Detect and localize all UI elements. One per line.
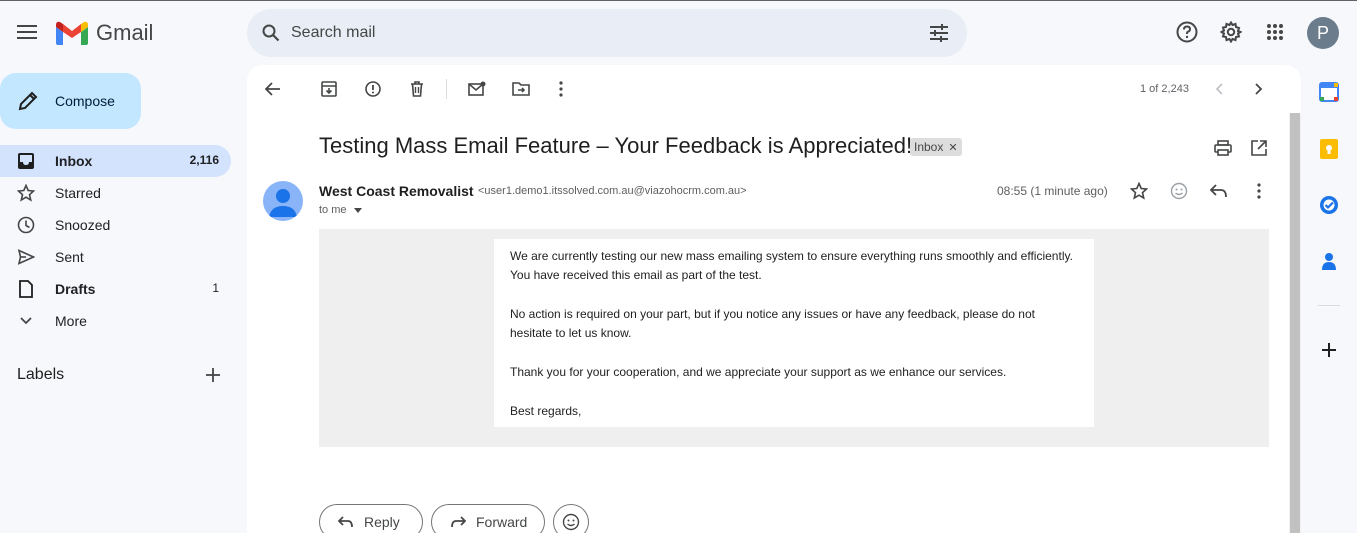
sidebar-item-starred[interactable]: Starred <box>0 177 231 209</box>
sidebar-item-inbox[interactable]: Inbox 2,116 <box>0 145 231 177</box>
sender-avatar[interactable] <box>263 181 303 221</box>
draft-icon <box>16 279 36 299</box>
draft-count: 1 <box>212 281 219 295</box>
search-icon[interactable] <box>259 21 283 45</box>
body-paragraph: Thank you for your cooperation, and we a… <box>510 365 1007 379</box>
get-addons-plus-icon[interactable] <box>1318 339 1340 361</box>
email-subject: Testing Mass Email Feature – Your Feedba… <box>319 133 913 158</box>
compose-button[interactable]: Compose <box>0 73 141 129</box>
sidebar-item-label: Inbox <box>55 153 93 169</box>
help-icon[interactable] <box>1174 19 1200 45</box>
clock-icon <box>16 215 36 235</box>
body-paragraph: Best regards, <box>510 404 582 418</box>
mark-unread-icon[interactable] <box>466 78 488 100</box>
hamburger-icon <box>17 25 37 39</box>
star-icon <box>16 183 36 203</box>
inbox-label-chip[interactable]: Inbox ✕ <box>910 138 962 156</box>
settings-gear-icon[interactable] <box>1218 19 1244 45</box>
tasks-icon[interactable] <box>1318 194 1340 216</box>
unread-count: 2,116 <box>189 153 219 167</box>
gmail-m-icon <box>56 21 88 45</box>
reply-label: Reply <box>364 514 400 530</box>
sender-email: <user1.demo1.itssolved.com.au@viazohocrm… <box>478 185 747 197</box>
body-paragraph: We are currently testing our new mass em… <box>510 249 1073 282</box>
sidebar-item-more[interactable]: More <box>0 305 231 337</box>
reply-button[interactable]: Reply <box>319 504 423 533</box>
side-panel-divider <box>1318 305 1340 306</box>
chip-label: Inbox <box>914 140 944 154</box>
app-name: Gmail <box>96 20 154 45</box>
gmail-logo[interactable]: Gmail <box>56 20 153 46</box>
star-icon[interactable] <box>1128 180 1150 202</box>
recipient-details[interactable]: to me <box>319 204 362 216</box>
toolbar-divider <box>446 79 447 99</box>
remove-label-icon[interactable]: ✕ <box>948 141 957 154</box>
inbox-icon <box>16 151 36 171</box>
sidebar-item-sent[interactable]: Sent <box>0 241 231 273</box>
message-view: 1 of 2,243 Testing Mass Email Feature – … <box>247 65 1301 533</box>
back-arrow-icon[interactable] <box>262 78 284 100</box>
sidebar-item-label: More <box>55 313 87 329</box>
chevron-down-icon <box>16 311 36 331</box>
newer-chevron-left-icon[interactable] <box>1208 78 1230 100</box>
older-chevron-right-icon[interactable] <box>1248 78 1270 100</box>
pencil-icon <box>16 89 40 113</box>
keep-notes-icon[interactable] <box>1318 138 1340 160</box>
body-paragraph: No action is required on your part, but … <box>510 307 1035 340</box>
sidebar-item-snoozed[interactable]: Snoozed <box>0 209 231 241</box>
sender-name[interactable]: West Coast Removalist <box>319 183 474 199</box>
print-icon[interactable] <box>1212 137 1234 159</box>
sidebar-item-label: Starred <box>55 185 101 201</box>
top-border <box>0 0 1357 1</box>
compose-label: Compose <box>55 93 115 109</box>
message-more-options-icon[interactable] <box>1248 180 1270 202</box>
labels-heading: Labels <box>17 366 65 383</box>
open-in-new-window-icon[interactable] <box>1248 137 1270 159</box>
forward-arrow-icon <box>450 516 466 528</box>
create-label-plus-icon[interactable] <box>202 364 224 386</box>
message-timestamp: 08:55 (1 minute ago) <box>997 184 1108 198</box>
apps-grid-icon[interactable] <box>1262 19 1288 45</box>
forward-label: Forward <box>476 514 528 530</box>
main-menu-button[interactable] <box>12 17 42 47</box>
forward-button[interactable]: Forward <box>431 504 545 533</box>
sidebar-item-label: Sent <box>55 249 84 265</box>
search-bar[interactable] <box>247 9 967 57</box>
reply-arrow-icon <box>338 516 354 528</box>
reply-icon[interactable] <box>1208 180 1230 202</box>
more-options-icon[interactable] <box>550 78 572 100</box>
smiley-icon <box>562 513 580 531</box>
caret-down-icon <box>353 207 362 213</box>
search-options-icon[interactable] <box>927 21 951 45</box>
emoji-react-button[interactable] <box>553 504 589 533</box>
search-input[interactable] <box>291 21 891 45</box>
delete-trash-icon[interactable] <box>406 78 428 100</box>
emoji-reaction-icon[interactable] <box>1168 180 1190 202</box>
archive-icon[interactable] <box>318 78 340 100</box>
recipient-label: to me <box>319 204 347 216</box>
scrollbar[interactable] <box>1289 113 1301 533</box>
scrollbar-thumb[interactable] <box>1290 113 1300 533</box>
calendar-icon[interactable] <box>1318 81 1340 103</box>
sidebar-item-label: Drafts <box>55 281 96 297</box>
sidebar-item-drafts[interactable]: Drafts 1 <box>0 273 231 305</box>
report-spam-icon[interactable] <box>362 78 384 100</box>
move-to-icon[interactable] <box>510 78 532 100</box>
pagination-label: 1 of 2,243 <box>1140 83 1189 95</box>
account-avatar[interactable]: P <box>1307 17 1339 49</box>
sidebar-item-label: Snoozed <box>55 217 111 233</box>
contacts-icon[interactable] <box>1318 250 1340 272</box>
send-icon <box>16 247 36 267</box>
email-body: We are currently testing our new mass em… <box>494 239 1094 427</box>
